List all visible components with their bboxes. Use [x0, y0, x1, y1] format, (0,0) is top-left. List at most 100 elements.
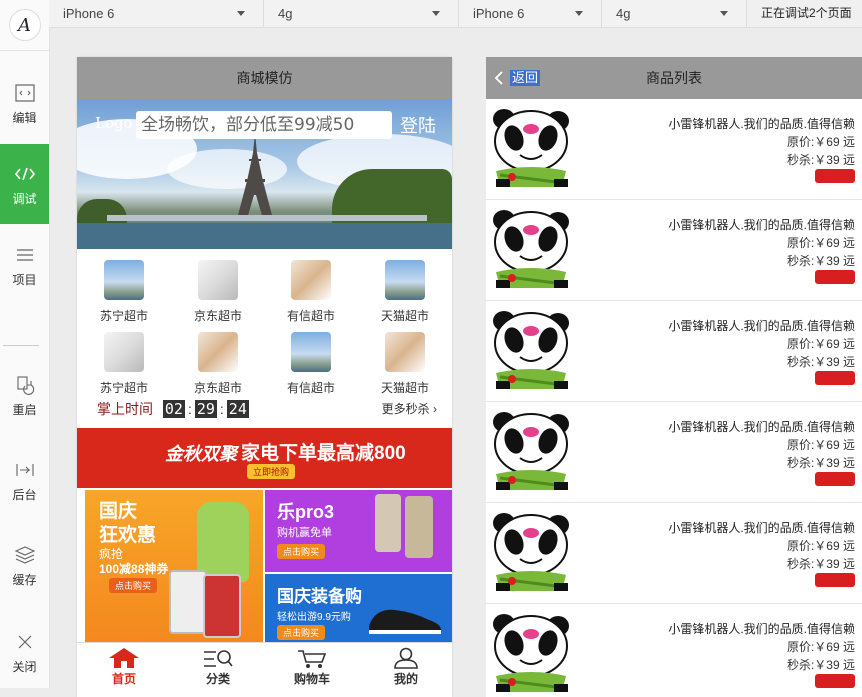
product-row[interactable]: 小雷锋机器人.我们的品质.值得信赖 原价:￥69 远秒杀:￥39 远 — [486, 200, 862, 301]
tab-label: 分类 — [205, 672, 230, 686]
promo-headline-banner[interactable]: 金秋双聚 家电下单最高减800 立即抢购 — [77, 428, 452, 488]
product-title: 小雷锋机器人.我们的品质.值得信赖 — [668, 319, 855, 333]
tab-bar: 首页 分类 购物车 我的 — [77, 642, 452, 697]
tab-category[interactable]: 分类 — [171, 643, 265, 697]
store-thumbnail — [104, 332, 144, 372]
tab-home[interactable]: 首页 — [77, 643, 171, 697]
product-title: 小雷锋机器人.我们的品质.值得信赖 — [668, 420, 855, 434]
product-row[interactable]: 小雷锋机器人.我们的品质.值得信赖 原价:￥69 远秒杀:￥39 远 — [486, 99, 862, 200]
buy-button[interactable] — [815, 270, 855, 284]
sidebar-item-cache[interactable]: 缓存 — [0, 525, 49, 605]
product-row[interactable]: 小雷锋机器人.我们的品质.值得信赖 原价:￥69 远秒杀:￥39 远 — [486, 301, 862, 402]
search-input[interactable]: 全场畅饮，部分低至99减50 — [136, 111, 392, 139]
category-icon — [171, 643, 265, 669]
sidebar-item-background[interactable]: 后台 — [0, 440, 49, 520]
promo-gear[interactable]: 国庆装备购 轻松出游9.9元购 点击购买 — [265, 574, 452, 643]
tab-profile[interactable]: 我的 — [359, 643, 452, 697]
network-select-2[interactable]: 4g — [602, 0, 747, 27]
promo-buy-button[interactable]: 点击购买 — [109, 578, 158, 593]
device-select-2[interactable]: iPhone 6 — [459, 0, 602, 27]
store-thumbnail — [198, 332, 238, 372]
countdown-hours: 02 — [162, 400, 185, 418]
sidebar-item-edit[interactable]: 编辑 — [0, 63, 49, 143]
product-row[interactable]: 小雷锋机器人.我们的品质.值得信赖 原价:￥69 远秒杀:￥39 远 — [486, 503, 862, 604]
code-window-icon — [14, 81, 35, 105]
promo-title: 国庆装备购 — [277, 587, 362, 606]
flash-sale-label: 掌上时间 — [97, 401, 153, 417]
sidebar-item-label: 缓存 — [12, 572, 37, 587]
product-sale-price: 秒杀:￥39 远 — [786, 456, 855, 470]
phone-image — [405, 496, 433, 558]
store-item[interactable]: 苏宁超市 — [84, 260, 164, 324]
promo-buy-button[interactable]: 立即抢购 — [247, 464, 296, 479]
promo-title: 乐pro3 — [277, 502, 335, 522]
phone-preview-home: 商城模仿 Logo 全场畅饮，部分低至99减50 登陆 苏宁超市 京东超市 有信… — [77, 57, 452, 697]
promo-lepro3[interactable]: 乐pro3 购机赢免单 点击购买 — [265, 490, 452, 572]
store-item[interactable]: 京东超市 — [178, 260, 258, 324]
product-original-price: 原价:￥69 远 — [786, 438, 855, 452]
product-sale-price: 秒杀:￥39 远 — [786, 658, 855, 672]
buy-button[interactable] — [815, 472, 855, 486]
store-thumbnail — [104, 260, 144, 300]
phone-preview-product-list: 商品列表 返回 小雷锋机器人.我们的品质.值得信赖 原价:￥69 远秒杀:￥39 … — [486, 57, 862, 697]
store-item[interactable]: 有信超市 — [271, 260, 351, 324]
promo-national-day[interactable]: 国庆 狂欢惠 疯抢 100减88神券 点击购买 — [85, 490, 263, 643]
tab-cart[interactable]: 购物车 — [265, 643, 359, 697]
store-item[interactable]: 有信超市 — [271, 332, 351, 396]
store-item[interactable]: 天猫超市 — [365, 332, 445, 396]
eiffel-tower — [237, 133, 273, 219]
store-item[interactable]: 苏宁超市 — [84, 332, 164, 396]
sidebar-item-label: 后台 — [12, 487, 37, 502]
promo-sub: 购机赢免单 — [277, 527, 332, 539]
shoe-image — [369, 609, 441, 634]
product-title: 小雷锋机器人.我们的品质.值得信赖 — [668, 521, 855, 535]
tab-label: 购物车 — [293, 672, 330, 686]
sidebar-item-project[interactable]: 项目 — [0, 225, 49, 305]
panda-robot-image — [493, 412, 569, 490]
promo-buy-button[interactable]: 点击购买 — [277, 625, 326, 640]
more-flash-sale-link[interactable]: 更多秒杀 › — [382, 400, 437, 417]
sidebar-item-debug[interactable]: 调试 — [0, 144, 49, 224]
chevron-down-icon — [432, 11, 440, 16]
panda-robot-image — [493, 614, 569, 692]
product-title: 小雷锋机器人.我们的品质.值得信赖 — [668, 117, 855, 131]
debug-status: 正在调试2个页面 — [747, 0, 862, 27]
buy-button[interactable] — [815, 573, 855, 587]
store-thumbnail — [385, 332, 425, 372]
network-select-1[interactable]: 4g — [264, 0, 459, 27]
store-thumbnail — [385, 260, 425, 300]
login-link[interactable]: 登陆 — [400, 112, 436, 138]
close-icon — [16, 630, 34, 654]
device-toolbar: iPhone 6 4g iPhone 6 4g 正在调试2个页面 — [49, 0, 862, 28]
cart-icon — [265, 643, 359, 669]
product-original-price: 原价:￥69 远 — [786, 337, 855, 351]
device-select-1[interactable]: iPhone 6 — [49, 0, 264, 27]
buy-button[interactable] — [815, 169, 855, 183]
product-row[interactable]: 小雷锋机器人.我们的品质.值得信赖 原价:￥69 远秒杀:￥39 远 — [486, 604, 862, 697]
countdown-seconds: 24 — [226, 400, 249, 418]
panda-robot-image — [493, 513, 569, 591]
page-title: 商品列表 — [646, 70, 702, 86]
promo-deal: 100减88神券 — [99, 562, 169, 576]
buy-button[interactable] — [815, 371, 855, 385]
sidebar-item-label: 项目 — [12, 272, 37, 287]
sidebar-item-close[interactable]: 关闭 — [0, 612, 49, 692]
promo-banner[interactable]: 金秋双聚 家电下单最高减800 立即抢购 国庆 狂欢惠 疯抢 100减88神券 … — [77, 428, 452, 643]
back-button[interactable]: 返回 — [494, 70, 541, 86]
buy-button[interactable] — [815, 674, 855, 688]
banner-image[interactable]: Logo 全场畅饮，部分低至99减50 登陆 — [77, 99, 452, 249]
product-title: 小雷锋机器人.我们的品质.值得信赖 — [668, 218, 855, 232]
store-item[interactable]: 京东超市 — [178, 332, 258, 396]
store-label: 天猫超市 — [380, 381, 429, 395]
product-row[interactable]: 小雷锋机器人.我们的品质.值得信赖原价:￥69 远秒杀:￥39 远 — [486, 402, 862, 503]
sidebar-item-label: 编辑 — [12, 110, 37, 125]
more-label: 更多秒杀 — [381, 402, 430, 416]
store-grid: 苏宁超市 京东超市 有信超市 天猫超市 苏宁超市 京东超市 有信超市 天猫超市 … — [77, 249, 452, 418]
product-sale-price: 秒杀:￥39 远 — [786, 557, 855, 571]
store-item[interactable]: 天猫超市 — [365, 260, 445, 324]
sidebar-item-restart[interactable]: 重启 — [0, 355, 49, 435]
promo-buy-button[interactable]: 点击购买 — [277, 544, 326, 559]
promo-title: 狂欢惠 — [99, 525, 157, 546]
chevron-left-icon — [494, 71, 503, 85]
user-icon — [359, 643, 452, 669]
